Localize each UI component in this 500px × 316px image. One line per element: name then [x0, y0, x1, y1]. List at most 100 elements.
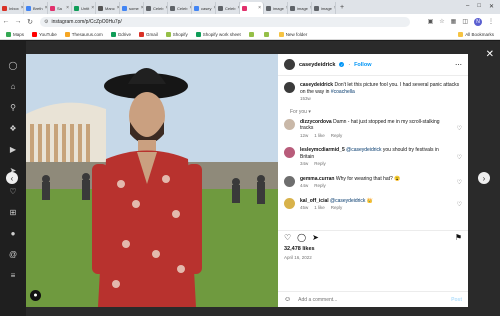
- extensions-icon[interactable]: ▦: [451, 18, 457, 25]
- browser-tab[interactable]: some ×: [120, 2, 144, 14]
- comment-icon[interactable]: ◯: [297, 233, 306, 242]
- browser-tab[interactable]: image×: [288, 2, 312, 14]
- caption-hashtag[interactable]: #coachella: [331, 89, 355, 95]
- forward-icon[interactable]: →: [12, 18, 24, 25]
- commenter-avatar[interactable]: [284, 118, 295, 130]
- profile-avatar[interactable]: N: [474, 17, 482, 26]
- bookmark-item[interactable]: New folder: [278, 31, 307, 37]
- commenter-username[interactable]: lesleymcdiarmid_5: [300, 147, 345, 153]
- follow-button[interactable]: Follow: [354, 62, 371, 68]
- instagram-logo-icon[interactable]: ◯: [9, 61, 18, 70]
- close-window-icon[interactable]: ✕: [489, 3, 494, 10]
- browser-tab[interactable]: Inbox ×: [0, 2, 24, 14]
- create-icon[interactable]: ⊞: [9, 208, 18, 217]
- more-options-icon[interactable]: ⋯: [455, 61, 462, 69]
- post-comment-button[interactable]: Post: [451, 297, 462, 303]
- bookmark-item[interactable]: Maps: [6, 31, 24, 37]
- site-info-icon[interactable]: ⚙: [44, 19, 48, 25]
- chrome-menu-icon[interactable]: ⋮: [488, 18, 494, 25]
- save-icon[interactable]: ⚑: [455, 233, 462, 242]
- comment-mention[interactable]: @caseydeidrick: [346, 147, 381, 153]
- tab-label: Celeb: [225, 5, 236, 11]
- browser-tab[interactable]: image×: [312, 2, 336, 14]
- threads-icon[interactable]: @: [9, 250, 18, 259]
- explore-icon[interactable]: ❖: [9, 124, 18, 133]
- reply-button[interactable]: Reply: [331, 133, 343, 140]
- browser-tab[interactable]: Celeb×: [216, 2, 240, 14]
- comment-like-icon[interactable]: ♡: [457, 154, 462, 161]
- sidepanel-icon[interactable]: ◫: [462, 18, 468, 25]
- commenter-avatar[interactable]: [284, 175, 295, 187]
- bookmark-favicon-icon: [195, 31, 201, 37]
- more-menu-icon[interactable]: ≡: [9, 271, 18, 280]
- commenter-avatar[interactable]: [284, 197, 295, 209]
- likes-count[interactable]: 32,478 likes: [284, 246, 315, 252]
- reload-icon[interactable]: ↻: [24, 18, 36, 26]
- browser-tab[interactable]: ×: [240, 2, 264, 14]
- reply-button[interactable]: Reply: [331, 205, 343, 212]
- comment-row: gemma.curran Why for wearing that hat? 😮…: [278, 172, 468, 194]
- browser-tab[interactable]: casey×: [192, 2, 216, 14]
- emoji-icon[interactable]: ☺: [284, 296, 291, 303]
- bookmark-item[interactable]: [248, 31, 256, 37]
- back-icon[interactable]: ←: [0, 18, 12, 25]
- comment-likes[interactable]: 1 like: [314, 205, 325, 212]
- bookmark-item[interactable]: Gdrive: [110, 31, 131, 37]
- search-icon[interactable]: ⚲: [9, 103, 18, 112]
- close-icon[interactable]: ✕: [486, 49, 494, 60]
- browser-tab[interactable]: Manc ×: [96, 2, 120, 14]
- comment-row: dizzycordova Damn - hat just stopped me …: [278, 115, 468, 144]
- bookmark-label: Gmail: [145, 31, 158, 37]
- bookmark-item[interactable]: Shopify: [165, 31, 188, 37]
- all-bookmarks[interactable]: All Bookmarks: [458, 31, 500, 37]
- comment-like-icon[interactable]: ♡: [457, 179, 462, 186]
- reply-button[interactable]: Reply: [314, 161, 326, 168]
- caption-avatar[interactable]: [284, 82, 295, 93]
- home-icon[interactable]: ⌂: [9, 82, 18, 91]
- bookmark-item[interactable]: Shopify work sheet: [195, 31, 241, 37]
- browser-tab[interactable]: image×: [264, 2, 288, 14]
- tab-close-icon[interactable]: ×: [91, 5, 94, 11]
- reply-button[interactable]: Reply: [314, 183, 326, 190]
- comment-mention[interactable]: @caseydeidrick: [330, 198, 365, 204]
- new-tab-icon[interactable]: +: [336, 4, 348, 11]
- browser-tab[interactable]: Untit ×: [72, 2, 96, 14]
- browser-tab[interactable]: Sa ×: [48, 2, 72, 14]
- cast-icon[interactable]: ▣: [428, 18, 434, 25]
- bookmark-item[interactable]: Thesaurus.com: [64, 31, 103, 37]
- previous-post-icon[interactable]: ‹: [6, 172, 18, 184]
- caption-username[interactable]: caseydeidrick: [300, 82, 333, 88]
- commenter-username[interactable]: dizzycordova: [300, 119, 332, 125]
- next-post-icon[interactable]: ›: [478, 172, 490, 184]
- bookmark-star-icon[interactable]: ☆: [439, 18, 444, 25]
- author-username[interactable]: caseydeidrick: [299, 62, 335, 68]
- tab-close-icon[interactable]: ×: [66, 5, 69, 11]
- minimize-icon[interactable]: –: [466, 3, 469, 9]
- bookmark-item[interactable]: Gmail: [138, 31, 158, 37]
- browser-tab[interactable]: Celeb×: [144, 2, 168, 14]
- address-bar[interactable]: ⚙ instagram.com/p/CcZpO0Hu7p/: [40, 16, 410, 27]
- notifications-icon[interactable]: ♡: [9, 187, 18, 196]
- comment-input[interactable]: [296, 295, 447, 304]
- for-you-filter[interactable]: For you ▾: [278, 107, 468, 115]
- share-icon[interactable]: ➤: [312, 233, 319, 242]
- user-tag-icon[interactable]: ●: [30, 290, 41, 301]
- maximize-icon[interactable]: □: [477, 3, 481, 9]
- comment-like-icon[interactable]: ♡: [457, 125, 462, 132]
- commenter-username[interactable]: gemma.curran: [300, 176, 334, 182]
- post-photo[interactable]: ●: [26, 54, 278, 307]
- like-icon[interactable]: ♡: [284, 233, 291, 242]
- commenter-username[interactable]: kal_off_icial: [300, 198, 329, 204]
- profile-icon[interactable]: ●: [9, 229, 18, 238]
- browser-tab[interactable]: Breth ×: [24, 2, 48, 14]
- browser-tab[interactable]: Celeb×: [168, 2, 192, 14]
- bookmark-item[interactable]: YouTube: [32, 31, 57, 37]
- bookmark-item[interactable]: [263, 31, 271, 37]
- bookmark-favicon-icon: [263, 31, 269, 37]
- comment-like-icon[interactable]: ♡: [457, 201, 462, 208]
- tab-close-icon[interactable]: ×: [258, 5, 261, 11]
- comment-likes[interactable]: 1 like: [314, 133, 325, 140]
- reels-icon[interactable]: ▶: [9, 145, 18, 154]
- author-avatar[interactable]: [284, 59, 295, 70]
- commenter-avatar[interactable]: [284, 147, 295, 158]
